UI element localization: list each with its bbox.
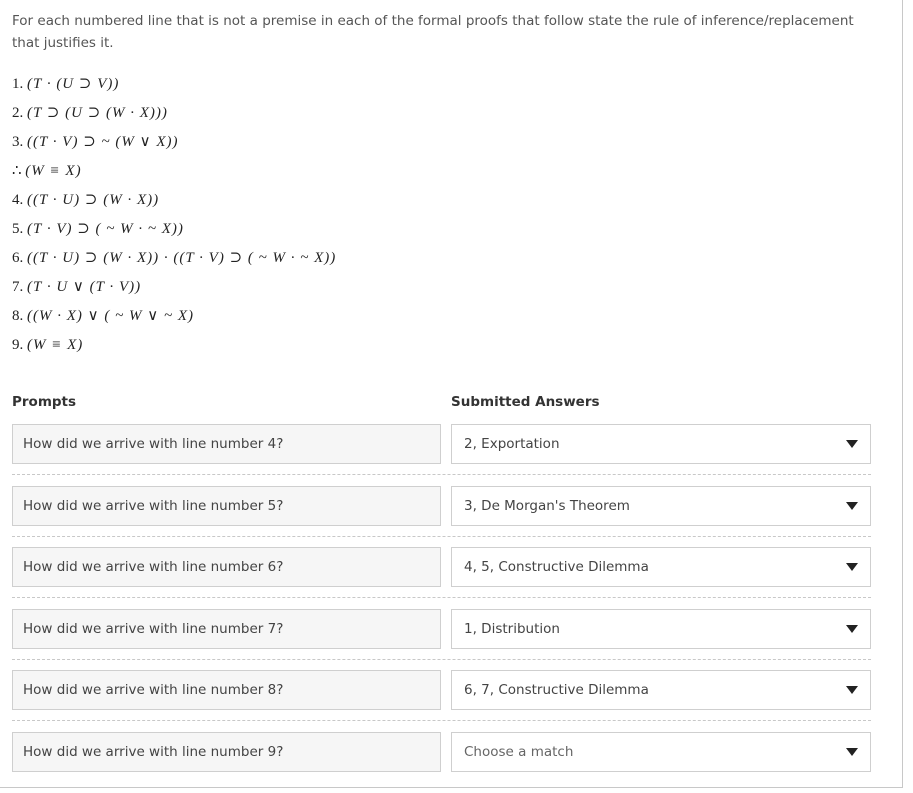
line-formula: (T ⊃ (U ⊃ (W · X))) xyxy=(27,105,168,121)
line-formula: (W ≡ X) xyxy=(25,163,81,179)
matching-rows: How did we arrive with line number 4? 2,… xyxy=(12,424,871,793)
row-divider xyxy=(12,474,871,475)
dropdown-placeholder: Choose a match xyxy=(464,733,573,771)
row-divider xyxy=(12,659,871,660)
line-number: 3. xyxy=(12,134,23,150)
proof-line: 2. (T ⊃ (U ⊃ (W · X))) xyxy=(12,99,336,128)
line-number: 2. xyxy=(12,105,23,121)
proof-line: 4. ((T · U) ⊃ (W · X)) xyxy=(12,186,336,215)
selected-answer: 4, 5, Constructive Dilemma xyxy=(464,548,649,586)
proof-line: 9. (W ≡ X) xyxy=(12,331,336,360)
match-row: How did we arrive with line number 5? 3,… xyxy=(12,486,871,548)
line-number: 4. xyxy=(12,192,23,208)
line-formula: ((W · X) ∨ ( ~ W ∨ ~ X) xyxy=(27,308,194,324)
proof-line: 6. ((T · U) ⊃ (W · X)) · ((T · V) ⊃ ( ~ … xyxy=(12,244,336,273)
selected-answer: 1, Distribution xyxy=(464,610,560,648)
prompt-box: How did we arrive with line number 9? xyxy=(12,732,441,772)
line-number: 6. xyxy=(12,250,23,266)
prompts-header: Prompts xyxy=(12,394,76,410)
prompt-box: How did we arrive with line number 4? xyxy=(12,424,441,464)
answer-dropdown[interactable]: Choose a match xyxy=(451,732,871,772)
prompt-box: How did we arrive with line number 8? xyxy=(12,670,441,710)
match-row: How did we arrive with line number 8? 6,… xyxy=(12,670,871,732)
line-formula: ((T · V) ⊃ ~ (W ∨ X)) xyxy=(27,134,179,150)
match-row: How did we arrive with line number 9? Ch… xyxy=(12,732,871,793)
line-formula: (T · U ∨ (T · V)) xyxy=(27,279,141,295)
answer-dropdown[interactable]: 1, Distribution xyxy=(451,609,871,649)
selected-answer: 6, 7, Constructive Dilemma xyxy=(464,671,649,709)
match-row: How did we arrive with line number 6? 4,… xyxy=(12,547,871,609)
dropdown-caret-icon xyxy=(846,440,858,448)
row-divider xyxy=(12,597,871,598)
dropdown-caret-icon xyxy=(846,563,858,571)
dropdown-caret-icon xyxy=(846,748,858,756)
line-formula: (T · V) ⊃ ( ~ W · ~ X)) xyxy=(27,221,184,237)
prompt-box: How did we arrive with line number 7? xyxy=(12,609,441,649)
line-formula: ((T · U) ⊃ (W · X)) · ((T · V) ⊃ ( ~ W ·… xyxy=(27,250,336,266)
proof-line: 8. ((W · X) ∨ ( ~ W ∨ ~ X) xyxy=(12,302,336,331)
proof-line: 7. (T · U ∨ (T · V)) xyxy=(12,273,336,302)
line-number: 9. xyxy=(12,337,23,353)
line-formula: ((T · U) ⊃ (W · X)) xyxy=(27,192,159,208)
selected-answer: 3, De Morgan's Theorem xyxy=(464,487,630,525)
line-formula: (T · (U ⊃ V)) xyxy=(27,76,119,92)
answer-dropdown[interactable]: 4, 5, Constructive Dilemma xyxy=(451,547,871,587)
proof-conclusion: ∴ (W ≡ X) xyxy=(12,157,336,186)
row-divider xyxy=(12,536,871,537)
proof-line: 5. (T · V) ⊃ ( ~ W · ~ X)) xyxy=(12,215,336,244)
instructions-text: For each numbered line that is not a pre… xyxy=(12,10,872,54)
submitted-answers-header: Submitted Answers xyxy=(451,394,600,410)
match-row: How did we arrive with line number 4? 2,… xyxy=(12,424,871,486)
answer-dropdown[interactable]: 3, De Morgan's Theorem xyxy=(451,486,871,526)
answer-dropdown[interactable]: 6, 7, Constructive Dilemma xyxy=(451,670,871,710)
dropdown-caret-icon xyxy=(846,686,858,694)
proof-line: 1. (T · (U ⊃ V)) xyxy=(12,70,336,99)
line-number: 8. xyxy=(12,308,23,324)
line-number: 5. xyxy=(12,221,23,237)
line-formula: (W ≡ X) xyxy=(27,337,83,353)
line-number: 7. xyxy=(12,279,23,295)
match-row: How did we arrive with line number 7? 1,… xyxy=(12,609,871,671)
prompt-box: How did we arrive with line number 6? xyxy=(12,547,441,587)
proof-line: 3. ((T · V) ⊃ ~ (W ∨ X)) xyxy=(12,128,336,157)
dropdown-caret-icon xyxy=(846,625,858,633)
prompt-box: How did we arrive with line number 5? xyxy=(12,486,441,526)
therefore-symbol: ∴ xyxy=(12,163,22,179)
selected-answer: 2, Exportation xyxy=(464,425,560,463)
line-number: 1. xyxy=(12,76,23,92)
formal-proof: 1. (T · (U ⊃ V)) 2. (T ⊃ (U ⊃ (W · X))) … xyxy=(12,70,336,360)
row-divider xyxy=(12,720,871,721)
dropdown-caret-icon xyxy=(846,502,858,510)
answer-dropdown[interactable]: 2, Exportation xyxy=(451,424,871,464)
